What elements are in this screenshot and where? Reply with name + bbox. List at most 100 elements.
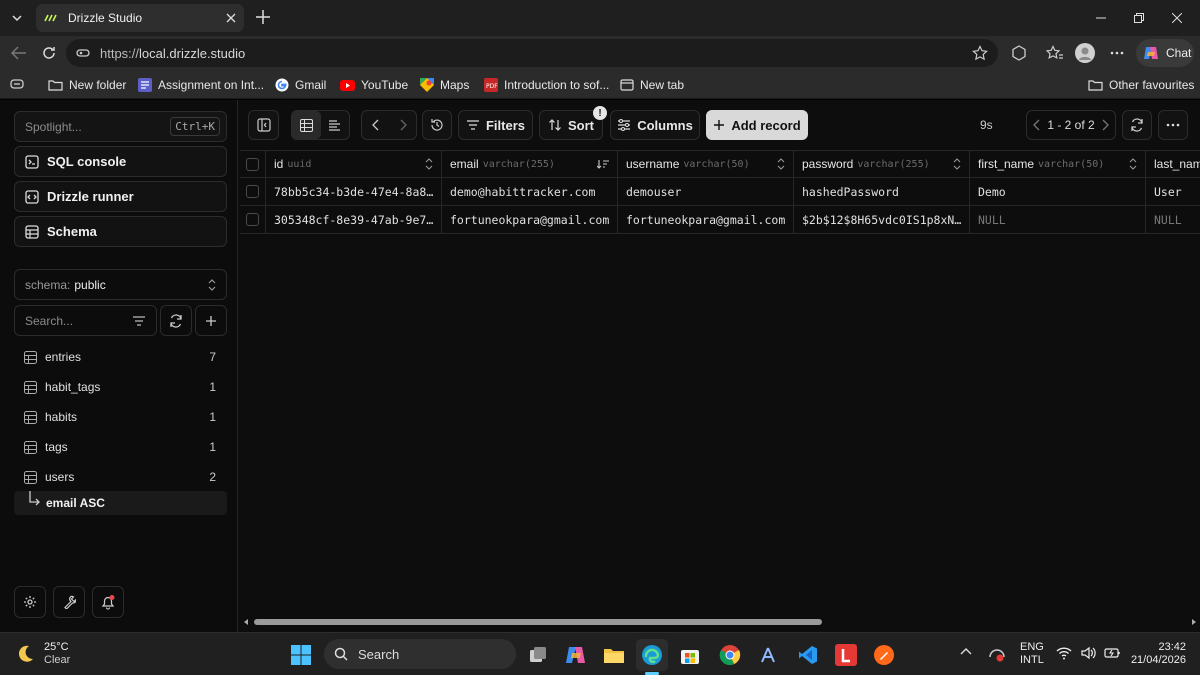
weather-widget[interactable]: 25°C Clear [14,641,70,667]
cell-last-name[interactable]: User [1146,178,1200,205]
more-options-icon[interactable] [1102,38,1132,68]
app-l-icon[interactable] [830,639,862,671]
cell-email[interactable]: fortuneokpara@gmail.com [442,206,618,233]
table-row[interactable]: 305348cf-8e39-47ab-9e7… fortuneokpara@gm… [240,206,1200,234]
bookmark-new-folder[interactable]: New folder [48,75,126,95]
sort-toggle-icon[interactable] [953,158,961,170]
vscode-icon[interactable] [792,639,824,671]
favorites-icon[interactable] [1040,38,1070,68]
chrome-icon[interactable] [714,639,746,671]
close-tab-icon[interactable] [226,13,236,23]
refresh-data-button[interactable] [1122,110,1152,140]
edge-browser-icon[interactable] [636,639,668,671]
cell-id[interactable]: 78bb5c34-b3de-47e4-8a8… [266,178,442,205]
chevron-right-icon[interactable] [399,119,407,131]
sort-ascending-icon[interactable] [597,159,609,169]
filters-button[interactable]: Filters [458,110,533,140]
add-table-button[interactable] [195,305,227,336]
table-item-habits[interactable]: habits 1 [24,405,216,429]
history-button[interactable] [422,110,452,140]
copilot-chat-button[interactable]: Chat [1136,39,1194,67]
table-item-users[interactable]: users 2 [24,465,216,489]
table-search-input[interactable]: Search... [14,305,157,336]
add-record-button[interactable]: Add record [706,110,808,140]
refresh-tables-button[interactable] [160,305,192,336]
horizontal-scrollbar[interactable] [240,616,1200,628]
back-arrow-icon[interactable] [4,38,34,68]
system-tray[interactable] [1056,645,1122,661]
profile-avatar-icon[interactable] [1070,38,1100,68]
cell-username[interactable]: demouser [618,178,794,205]
settings-button[interactable] [14,586,46,618]
columns-button[interactable]: Columns [610,110,700,140]
notifications-button[interactable] [92,586,124,618]
cell-first-name[interactable]: Demo [970,178,1146,205]
sort-toggle-icon[interactable] [1129,158,1137,170]
site-info-icon[interactable] [76,47,90,59]
sql-console-button[interactable]: SQL console [14,146,227,177]
extensions-icon[interactable] [1004,38,1034,68]
schema-button[interactable]: Schema [14,216,227,247]
row-checkbox[interactable] [246,213,259,226]
table-item-habit-tags[interactable]: habit_tags 1 [24,375,216,399]
column-header-id[interactable]: id uuid [266,151,442,177]
cell-first-name[interactable]: NULL [970,206,1146,233]
table-row[interactable]: 78bb5c34-b3de-47e4-8a8… demo@habittracke… [240,178,1200,206]
chevron-left-icon[interactable] [371,119,380,131]
table-item-tags[interactable]: tags 1 [24,435,216,459]
list-view-button[interactable] [321,111,350,139]
column-header-password[interactable]: password varchar(255) [794,151,970,177]
task-view-icon[interactable] [522,639,554,671]
bookmark-assignment[interactable]: Assignment on Int... [138,75,264,95]
copilot-taskbar-icon[interactable] [560,639,592,671]
bookmark-gmail[interactable]: Gmail [275,75,326,95]
spotlight-search[interactable]: Spotlight... Ctrl+K [14,111,227,142]
new-tab-icon[interactable] [254,8,272,26]
start-button[interactable] [285,639,317,671]
grid-view-button[interactable] [292,111,321,139]
table-item-entries[interactable]: entries 7 [24,345,216,369]
bookmark-youtube[interactable]: YouTube [340,75,408,95]
chevron-right-icon[interactable] [1101,119,1109,131]
row-checkbox[interactable] [246,185,259,198]
cell-password[interactable]: hashedPassword [794,178,970,205]
toggle-sidebar-button[interactable] [248,110,279,140]
address-bar[interactable]: https://local.drizzle.studio [66,39,998,67]
taskbar-search[interactable]: Search [324,639,516,669]
more-menu-button[interactable] [1158,110,1188,140]
sort-toggle-icon[interactable] [425,158,433,170]
cell-email[interactable]: demo@habittracker.com [442,178,618,205]
refresh-icon[interactable] [34,38,64,68]
bookmark-maps[interactable]: Maps [420,75,469,95]
app-a-icon[interactable] [752,639,784,671]
chevron-left-icon[interactable] [1033,119,1041,131]
collections-icon[interactable] [10,78,24,90]
sort-toggle-icon[interactable] [777,158,785,170]
cell-last-name[interactable]: NULL [1146,206,1200,233]
app-pen-icon[interactable] [868,639,900,671]
show-hidden-icons-icon[interactable] [960,647,972,655]
clock[interactable]: 23:42 21/04/2026 [1126,641,1186,667]
browser-tab[interactable]: Drizzle Studio [36,4,244,32]
tray-app-icon[interactable] [988,645,1006,663]
cell-username[interactable]: fortuneokpara@gmail.com [618,206,794,233]
drizzle-runner-button[interactable]: Drizzle runner [14,181,227,212]
favorite-star-icon[interactable] [972,45,988,61]
cell-id[interactable]: 305348cf-8e39-47ab-9e7… [266,206,442,233]
select-all-checkbox[interactable] [246,157,259,171]
column-header-first-name[interactable]: first_name varchar(50) [970,151,1146,177]
column-header-last-name[interactable]: last_nam [1146,151,1200,177]
input-language[interactable]: ENG INTL [1020,641,1044,667]
bookmark-new-tab[interactable]: New tab [620,75,684,95]
active-sort-indicator[interactable]: email ASC [14,491,227,515]
bookmark-introduction[interactable]: PDF Introduction to sof... [484,75,609,95]
file-explorer-icon[interactable] [598,639,630,671]
tools-button[interactable] [53,586,85,618]
schema-select[interactable]: schema: public [14,269,227,300]
cell-password[interactable]: $2b$12$8H65vdc0IS1p8xN… [794,206,970,233]
store-icon[interactable] [674,639,706,671]
filter-icon[interactable] [132,315,146,327]
column-header-username[interactable]: username varchar(50) [618,151,794,177]
close-window-icon[interactable] [1154,0,1200,36]
column-header-email[interactable]: email varchar(255) [442,151,618,177]
